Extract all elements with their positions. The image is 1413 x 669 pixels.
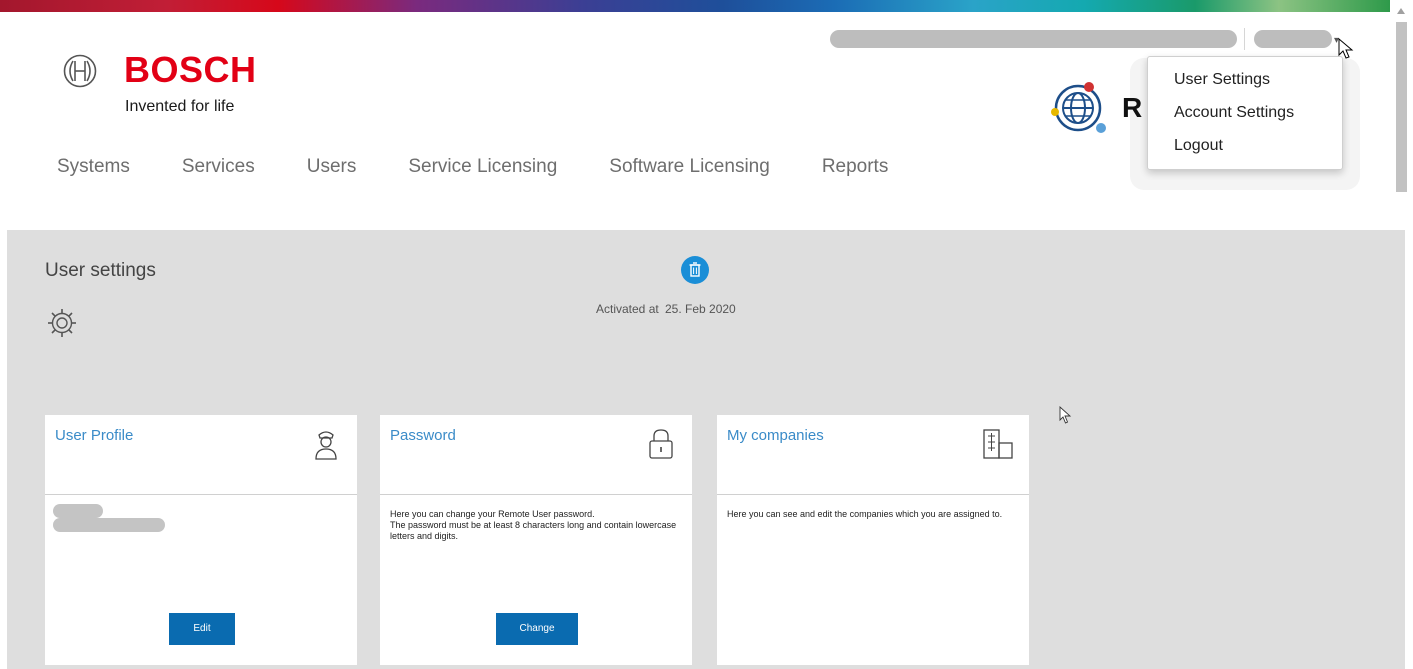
user-icon [315, 431, 337, 460]
card-header: User Profile [45, 415, 357, 495]
globe-logo-icon [1051, 82, 1106, 133]
scroll-up-icon[interactable] [1397, 8, 1405, 14]
app-name-text: R [1122, 92, 1143, 123]
building-icon [983, 429, 1013, 459]
brand-logo-text: BOSCH [124, 49, 257, 90]
password-description: Here you can change your Remote User pas… [390, 509, 690, 542]
redacted-username [53, 504, 103, 518]
mouse-cursor-icon [1059, 406, 1072, 424]
lock-icon [649, 429, 673, 459]
card-title: Password [390, 427, 456, 444]
redacted-account-info [830, 30, 1237, 48]
password-description-line2: The password must be at least 8 characte… [390, 520, 677, 541]
main-content: User settings Activated at 25. Feb 2020 [7, 230, 1405, 669]
activated-label: Activated at [596, 302, 659, 316]
activated-date: 25. Feb 2020 [665, 302, 736, 316]
card-title: User Profile [55, 427, 134, 444]
page-title: User settings [45, 260, 156, 281]
password-card: Password Here you can change your Remote… [380, 415, 692, 665]
nav-services[interactable]: Services [182, 155, 255, 179]
menu-item-account-settings[interactable]: Account Settings [1148, 102, 1342, 135]
nav-reports[interactable]: Reports [822, 155, 889, 179]
companies-description: Here you can see and edit the companies … [727, 509, 1003, 519]
nav-systems[interactable]: Systems [57, 155, 130, 179]
card-header: My companies [717, 415, 1029, 495]
brand-tagline: Invented for life [125, 98, 235, 115]
user-menu-toggle[interactable] [1254, 30, 1332, 48]
mouse-cursor-icon [1338, 38, 1354, 59]
nav-service-licensing[interactable]: Service Licensing [408, 155, 557, 179]
card-header: Password [380, 415, 692, 495]
user-profile-card: User Profile Edit [45, 415, 357, 665]
edit-button[interactable]: Edit [169, 613, 235, 645]
gear-icon [48, 309, 76, 337]
password-description-line1: Here you can change your Remote User pas… [390, 509, 595, 519]
trash-icon [689, 262, 701, 277]
menu-item-user-settings[interactable]: User Settings [1148, 69, 1342, 102]
change-password-button[interactable]: Change [496, 613, 578, 645]
supergraphic-bar [0, 0, 1390, 12]
nav-users[interactable]: Users [307, 155, 357, 179]
main-nav: Systems Services Users Service Licensing… [57, 155, 940, 179]
divider [1244, 28, 1245, 50]
menu-item-logout[interactable]: Logout [1148, 135, 1342, 168]
my-companies-card: My companies Here you can see and edit t… [717, 415, 1029, 665]
user-dropdown-menu: User Settings Account Settings Logout [1147, 56, 1343, 170]
delete-button[interactable] [681, 256, 709, 284]
scrollbar-thumb[interactable] [1396, 22, 1407, 192]
nav-software-licensing[interactable]: Software Licensing [609, 155, 770, 179]
bosch-emblem-icon [63, 54, 97, 88]
redacted-email [53, 518, 165, 532]
card-title: My companies [727, 427, 824, 444]
